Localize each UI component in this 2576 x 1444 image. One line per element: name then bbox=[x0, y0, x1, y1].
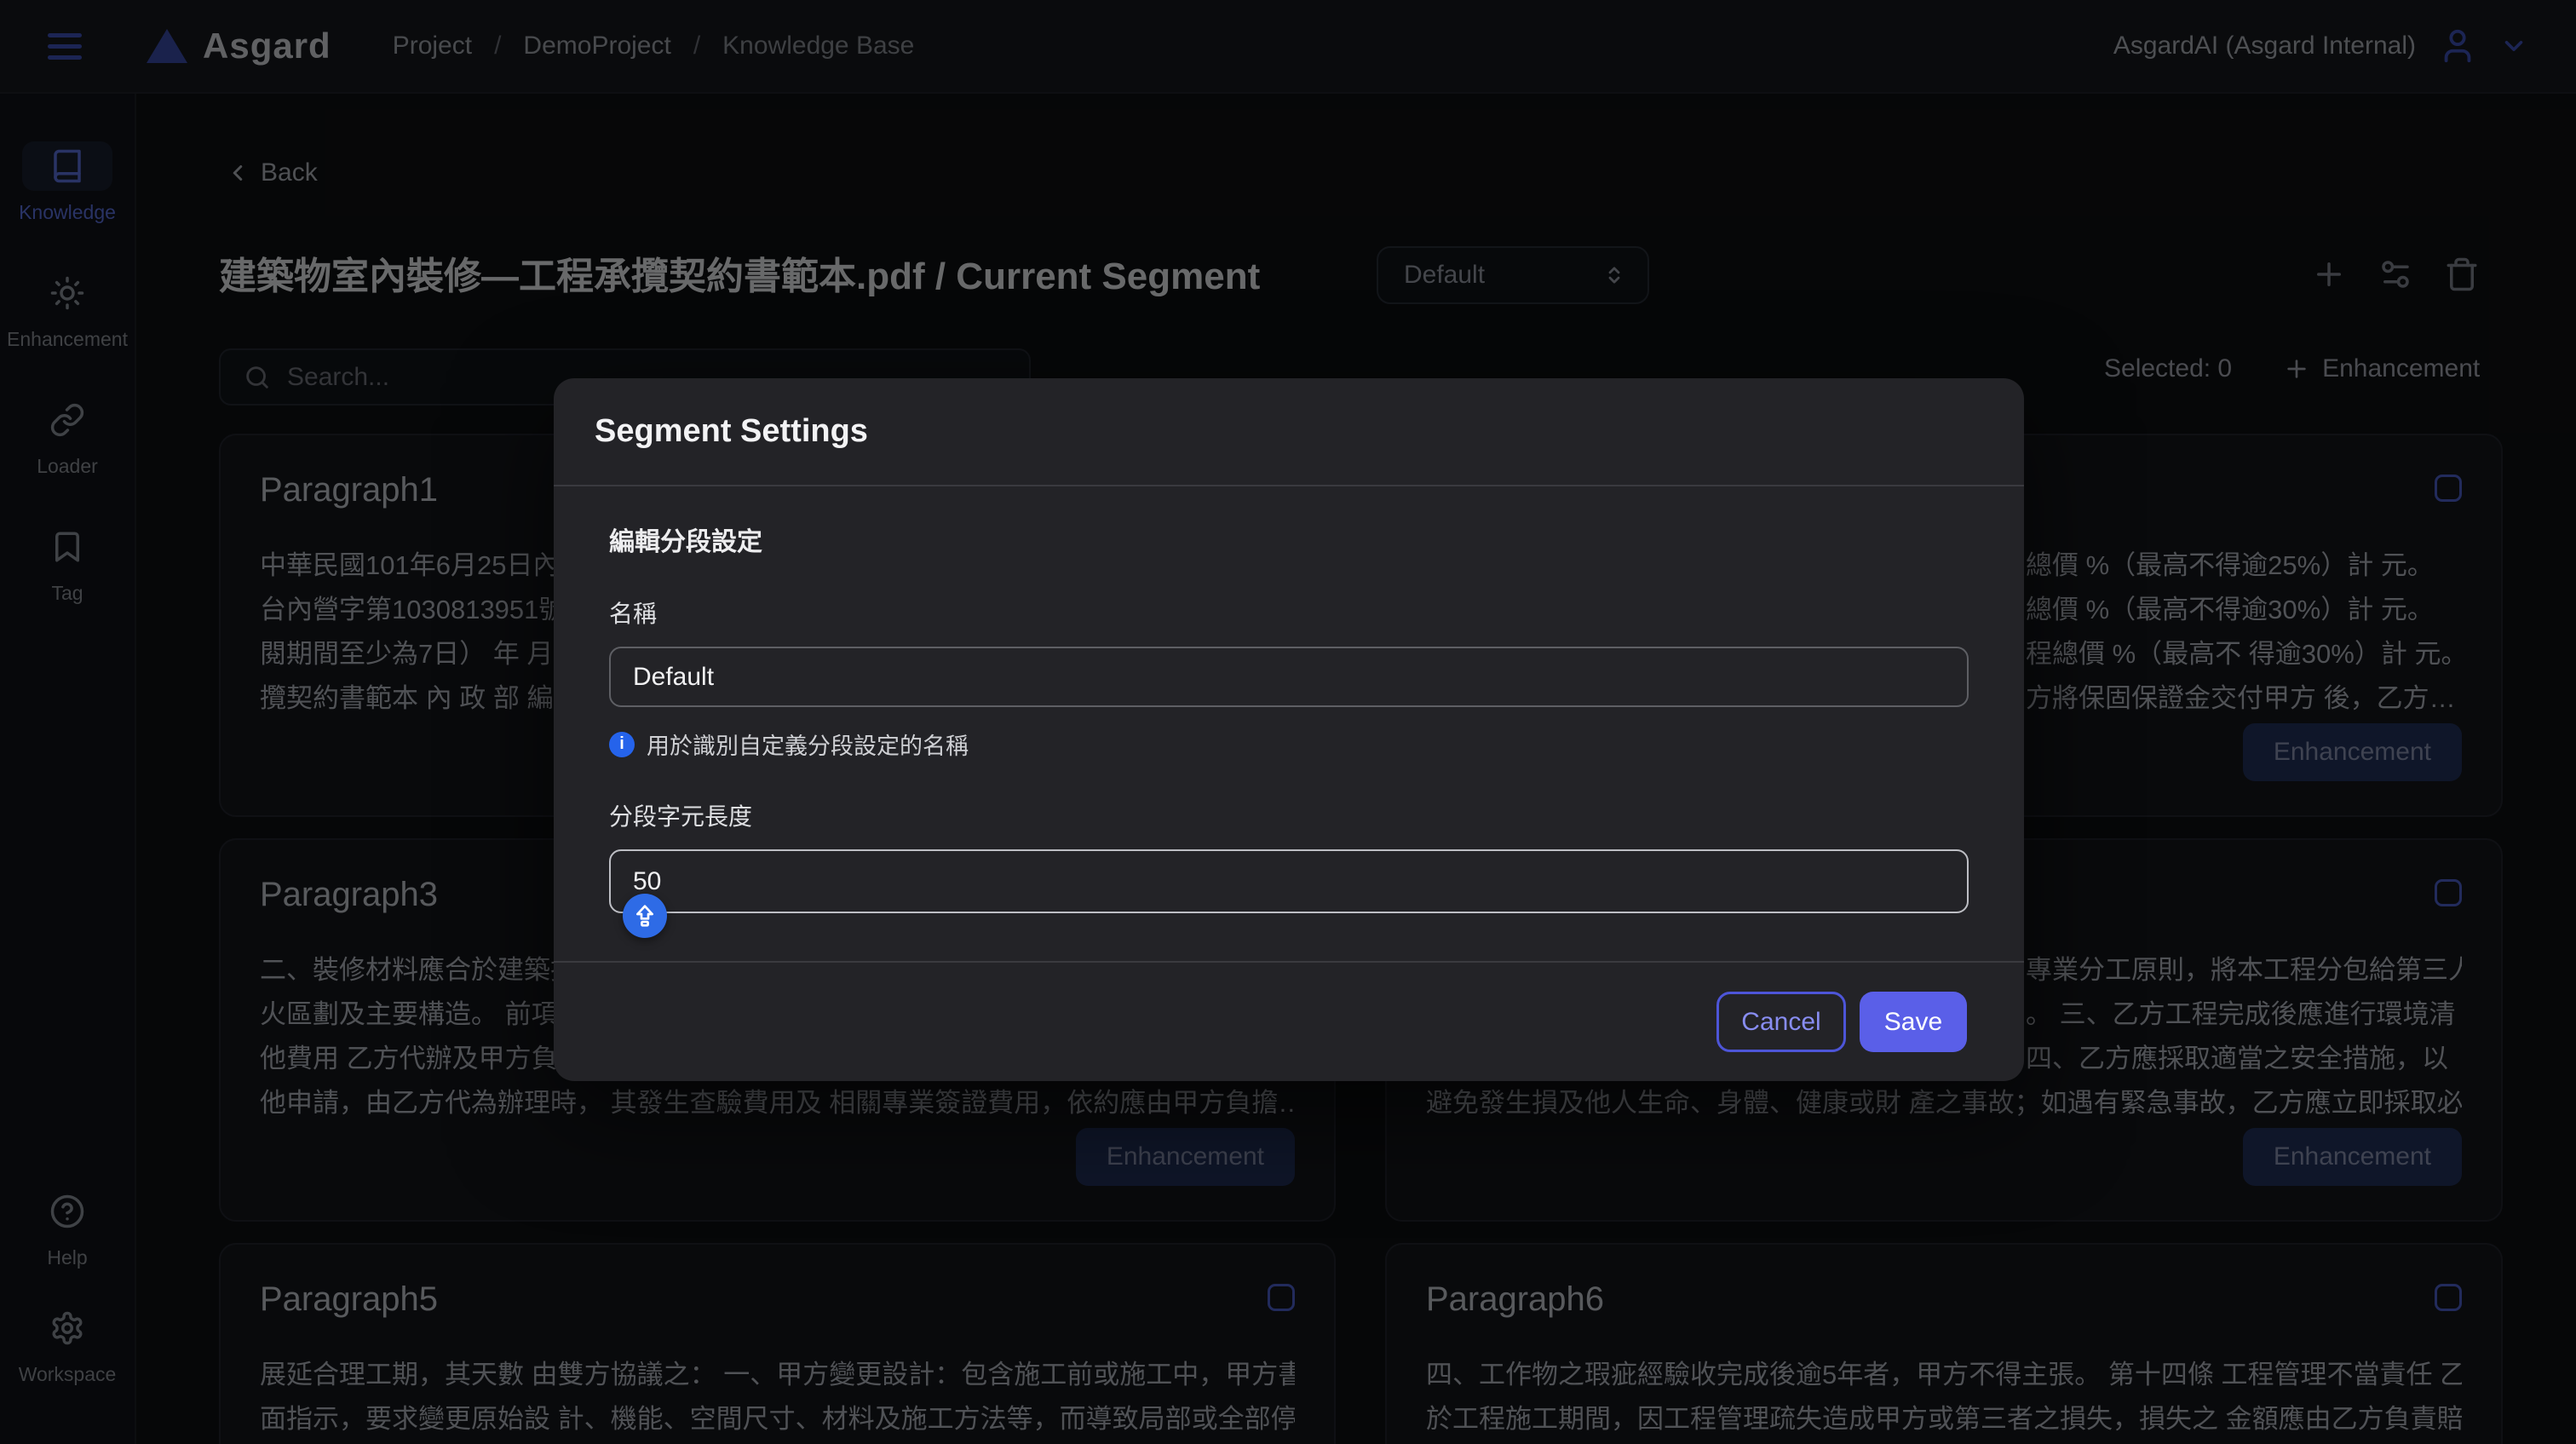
modal-body: 編輯分段設定 名稱 用於識別自定義分段設定的名稱 分段字元長度 bbox=[554, 486, 2024, 913]
modal-title: Segment Settings bbox=[595, 413, 868, 450]
save-button[interactable]: Save bbox=[1860, 992, 1967, 1052]
name-help-row: 用於識別自定義分段設定的名稱 bbox=[609, 728, 1969, 761]
name-input[interactable] bbox=[609, 647, 1969, 707]
segment-settings-modal: Segment Settings 編輯分段設定 名稱 用於識別自定義分段設定的名… bbox=[554, 378, 2024, 1081]
modal-footer: Cancel Save bbox=[554, 961, 2024, 1081]
name-help-text: 用於識別自定義分段設定的名稱 bbox=[647, 728, 969, 761]
app-root: Asgard Project / DemoProject / Knowledge… bbox=[0, 0, 2576, 1444]
length-field-label: 分段字元長度 bbox=[609, 798, 1969, 832]
info-icon bbox=[609, 732, 635, 757]
modal-section-heading: 編輯分段設定 bbox=[609, 521, 1969, 558]
length-field-wrap bbox=[609, 849, 1969, 913]
cancel-button[interactable]: Cancel bbox=[1716, 992, 1846, 1052]
name-field-label: 名稱 bbox=[609, 595, 1969, 630]
modal-header: Segment Settings bbox=[554, 378, 2024, 486]
segment-length-input[interactable] bbox=[609, 849, 1969, 913]
shift-arrow-badge-icon bbox=[623, 894, 667, 938]
